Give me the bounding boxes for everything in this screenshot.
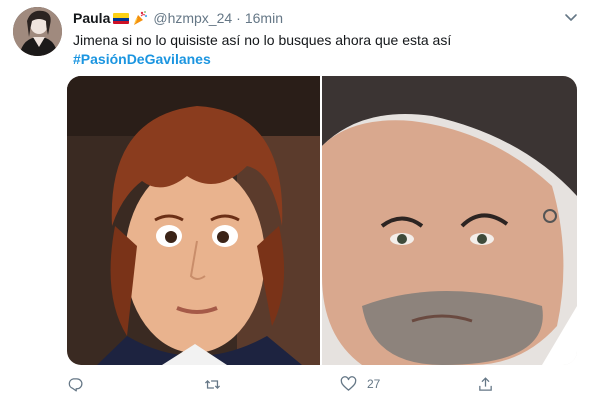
avatar[interactable]: [13, 7, 62, 56]
separator-dot: ·: [236, 10, 241, 26]
tweet-text: Jimena si no lo quisiste así no lo busqu…: [73, 32, 452, 48]
like-count: 27: [367, 377, 381, 391]
tweet-media[interactable]: [67, 76, 577, 365]
photo-left-image: [67, 76, 320, 365]
photo-right-image: [322, 76, 577, 365]
avatar-image: [13, 7, 62, 56]
display-name[interactable]: Paula: [73, 10, 110, 26]
tweet-timestamp[interactable]: 16min: [245, 10, 283, 26]
like-button[interactable]: 27: [340, 375, 380, 393]
author-handle[interactable]: @hzmpx_24: [153, 10, 232, 26]
hashtag-link[interactable]: #PasiónDeGavilanes: [73, 50, 211, 69]
reply-icon: [68, 377, 83, 392]
chevron-down-icon[interactable]: [563, 9, 579, 25]
retweet-button[interactable]: [204, 375, 231, 393]
party-popper-icon: [134, 11, 148, 25]
tweet-actions: 27: [67, 375, 507, 393]
share-icon: [479, 376, 492, 391]
heart-icon: [340, 375, 357, 391]
photo-right[interactable]: [322, 76, 577, 365]
retweet-icon: [204, 379, 221, 389]
photo-left[interactable]: [67, 76, 320, 365]
tweet-header: Paula @hzmpx_24 · 16min: [73, 9, 283, 27]
tweet[interactable]: Paula @hzmpx_24 · 16min Jimena si no lo …: [0, 0, 589, 401]
share-button[interactable]: [477, 375, 504, 393]
reply-button[interactable]: [67, 375, 94, 393]
colombia-flag-icon: [113, 12, 130, 24]
